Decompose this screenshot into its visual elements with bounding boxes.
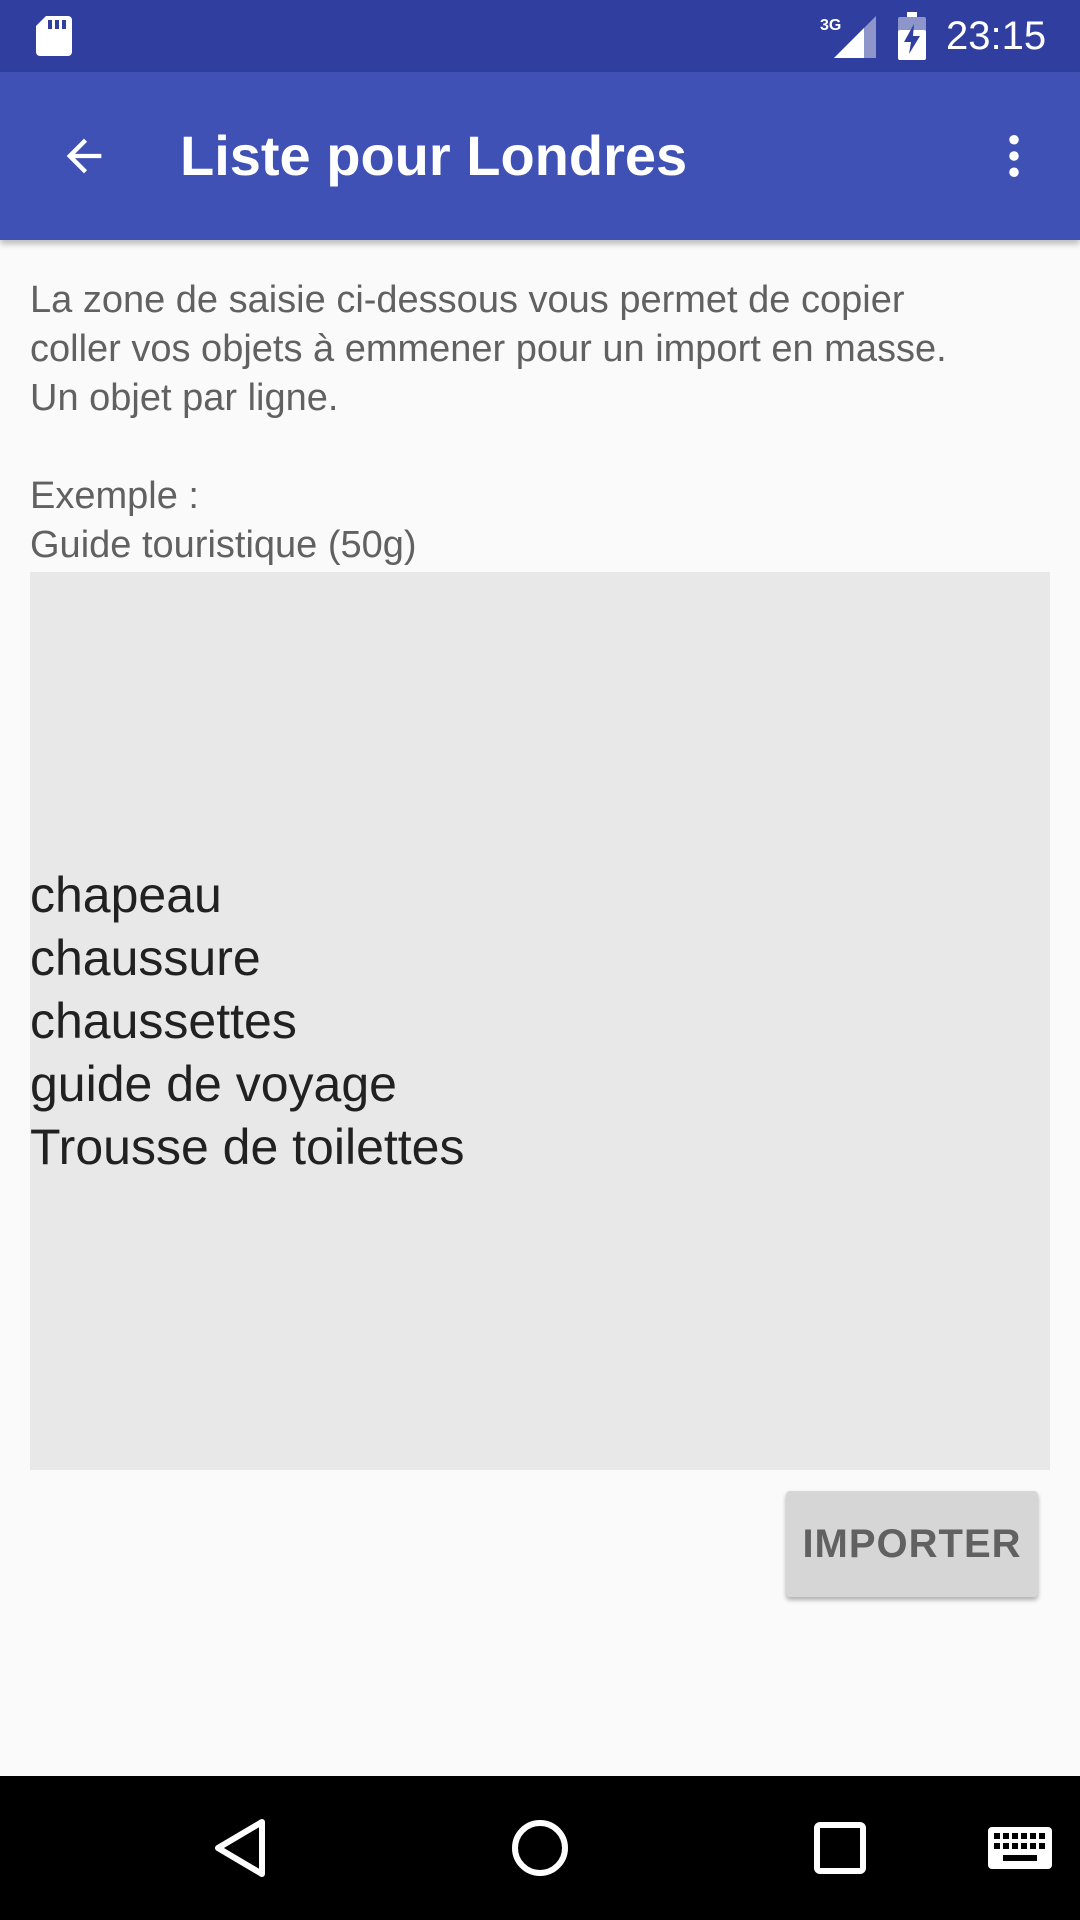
items-textarea[interactable]: chapeau chaussure chaussettes guide de v…: [30, 572, 1050, 1470]
home-circle-icon: [512, 1820, 568, 1876]
nav-home-button[interactable]: [500, 1812, 580, 1884]
item-line: chapeau: [30, 866, 222, 923]
item-line: guide de voyage: [30, 1055, 397, 1112]
instructions-text: La zone de saisie ci-dessous vous permet…: [30, 279, 947, 419]
navigation-bar: [0, 1776, 1080, 1920]
nav-recents-button[interactable]: [800, 1812, 880, 1884]
more-vert-icon: [1009, 134, 1019, 178]
item-line: chaussettes: [30, 992, 297, 1049]
status-clock: 23:15: [946, 14, 1047, 58]
example-label: Exemple :: [30, 475, 199, 517]
content: La zone de saisie ci-dessous vous permet…: [30, 276, 1050, 570]
page-title: Liste pour Londres: [180, 124, 688, 187]
keyboard-icon: [988, 1827, 1052, 1869]
battery-charging-icon: [898, 12, 926, 60]
import-button[interactable]: IMPORTER: [786, 1491, 1038, 1597]
sd-card-icon: [36, 16, 72, 56]
back-button[interactable]: [36, 108, 132, 204]
status-bar: 3G 23:15: [0, 0, 1080, 72]
example-block: Exemple : Guide touristique (50g): [30, 472, 1050, 570]
nav-keyboard-button[interactable]: [980, 1812, 1060, 1884]
items-lines: chapeau chaussure chaussettes guide de v…: [30, 864, 464, 1179]
arrow-back-icon: [66, 138, 102, 174]
nav-back-button[interactable]: [200, 1812, 280, 1884]
network-type-label: 3G: [820, 17, 841, 34]
recents-square-icon: [814, 1822, 866, 1874]
back-triangle-icon: [215, 1819, 265, 1877]
overflow-menu-button[interactable]: [966, 108, 1062, 204]
item-line: chaussure: [30, 929, 261, 986]
signal-icon: 3G: [820, 16, 876, 58]
example-value: Guide touristique (50g): [30, 524, 417, 566]
item-line: Trousse de toilettes: [30, 1118, 465, 1175]
app-bar: Liste pour Londres: [0, 72, 1080, 240]
